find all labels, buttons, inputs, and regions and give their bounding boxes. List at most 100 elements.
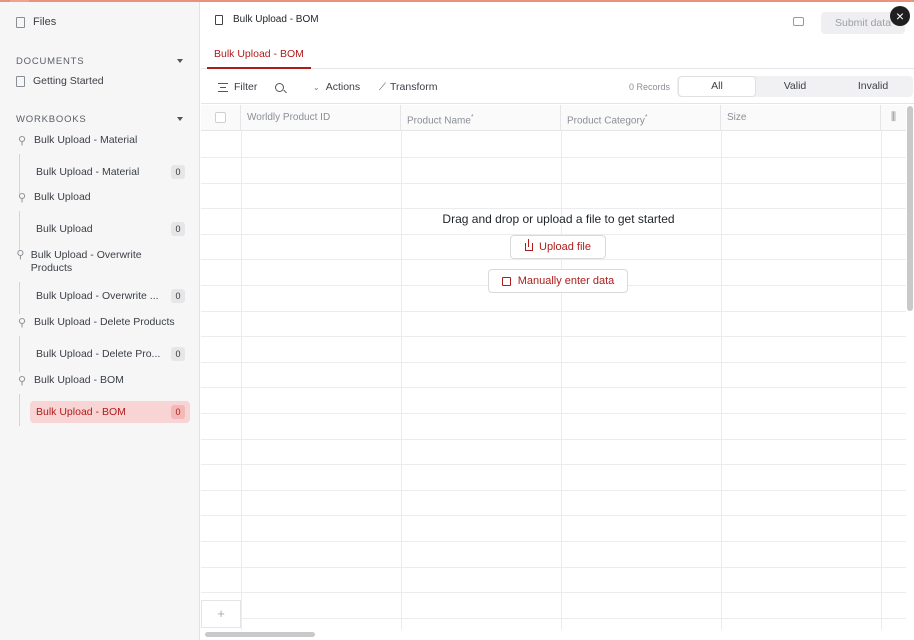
sheet-label: Bulk Upload	[36, 223, 93, 235]
workbook-label: Bulk Upload - BOM	[34, 374, 124, 386]
add-row-button[interactable]: +	[201, 600, 241, 628]
grid-row-line	[201, 208, 906, 209]
workbook-label: Bulk Upload - Delete Products	[34, 316, 175, 328]
workbook-icon	[215, 14, 223, 25]
required-marker: *	[644, 114, 648, 121]
files-icon	[16, 16, 25, 28]
segment-invalid[interactable]: Invalid	[835, 76, 911, 97]
sheet-label: Bulk Upload - Material	[36, 166, 140, 178]
grid-row-line	[201, 464, 906, 465]
transform-button[interactable]: ⟋ Transform	[379, 70, 437, 104]
sheet-delete[interactable]: Bulk Upload - Delete Pro... 0	[30, 343, 190, 365]
sidebar-item-getting-started[interactable]: Getting Started	[16, 75, 104, 87]
sheet-material[interactable]: Bulk Upload - Material 0	[30, 161, 190, 183]
column-header-worldly-product-id[interactable]: Worldly Product ID	[241, 105, 401, 131]
column-header-size[interactable]: Size	[721, 105, 881, 131]
pin-icon: ⚲	[17, 316, 27, 329]
pin-icon: ⚲	[16, 249, 25, 261]
chevron-down-icon: ⌄	[313, 82, 320, 92]
transform-label: Transform	[390, 81, 438, 93]
sheet-count-badge: 0	[171, 405, 185, 419]
documents-collapse-icon[interactable]	[177, 59, 183, 63]
column-label: Size	[727, 112, 747, 123]
records-count: 0 Records	[629, 82, 671, 92]
segment-all[interactable]: All	[679, 77, 755, 96]
select-all-checkbox[interactable]	[215, 112, 226, 123]
page-title: Bulk Upload - BOM	[215, 14, 319, 25]
filter-label: Filter	[234, 81, 258, 93]
grid-row-line	[201, 490, 906, 491]
upload-icon	[525, 239, 533, 251]
workbooks-collapse-icon[interactable]	[177, 117, 183, 121]
workbook-label: Bulk Upload	[34, 191, 91, 203]
grid-row-line	[201, 439, 906, 440]
sidebar-files[interactable]: Files	[16, 16, 56, 28]
segment-valid[interactable]: Valid	[757, 76, 833, 97]
grid-row-line	[201, 336, 906, 337]
sheet-label: Bulk Upload - BOM	[36, 406, 126, 418]
sheet-count-badge: 0	[171, 347, 185, 361]
workbook-material[interactable]: ⚲ Bulk Upload - Material	[16, 134, 137, 147]
filter-button[interactable]: Filter	[218, 70, 257, 104]
documents-header: DOCUMENTS	[16, 56, 85, 67]
column-settings-icon[interactable]: ⫼	[881, 111, 906, 125]
page-title-text: Bulk Upload - BOM	[233, 14, 319, 25]
grid-column-line	[401, 131, 402, 630]
toolbar: Filter ⌄ Actions ⟋ Transform 0 Records A…	[201, 70, 914, 104]
magic-wand-icon: ⟋	[379, 81, 386, 93]
grid-row-line	[201, 541, 906, 542]
sheet-overwrite[interactable]: Bulk Upload - Overwrite ... 0	[30, 285, 190, 307]
grid-row-line	[201, 618, 906, 619]
document-icon	[16, 75, 25, 87]
column-label: Worldly Product ID	[247, 112, 331, 123]
grid-row-line	[201, 387, 906, 388]
close-button[interactable]: ×	[890, 6, 910, 26]
tree-line	[19, 211, 20, 251]
column-header-product-category[interactable]: Product Category*	[561, 105, 721, 131]
workbook-bulk-upload[interactable]: ⚲ Bulk Upload	[16, 191, 91, 204]
grid-row-line	[201, 311, 906, 312]
sheet-bulk-upload[interactable]: Bulk Upload 0	[30, 218, 190, 240]
workbook-overwrite[interactable]: ⚲ Bulk Upload - Overwrite Products	[16, 249, 144, 275]
sheet-bom[interactable]: Bulk Upload - BOM 0	[30, 401, 190, 423]
grid-column-line	[881, 131, 882, 630]
feedback-icon[interactable]	[793, 17, 804, 26]
tree-line	[19, 154, 20, 194]
column-label: Product Name	[407, 115, 471, 127]
upload-file-button[interactable]: Upload file	[510, 235, 606, 259]
tab-bulk-upload-bom[interactable]: Bulk Upload - BOM	[207, 38, 311, 69]
workbook-label: Bulk Upload - Overwrite Products	[30, 249, 142, 274]
edit-icon	[501, 276, 511, 286]
files-label: Files	[33, 16, 57, 28]
manually-enter-data-button[interactable]: Manually enter data	[488, 269, 628, 293]
tree-line	[19, 336, 20, 372]
data-grid: Worldly Product ID Product Name* Product…	[201, 105, 906, 630]
grid-row-line	[201, 515, 906, 516]
grid-row-line	[201, 413, 906, 414]
sheet-label: Bulk Upload - Overwrite ...	[36, 290, 159, 302]
search-button[interactable]	[275, 70, 284, 104]
sheet-tabs: Bulk Upload - BOM	[201, 38, 914, 69]
required-marker: *	[470, 114, 474, 121]
horizontal-scrollbar[interactable]	[205, 632, 315, 637]
grid-row-line	[201, 592, 906, 593]
grid-row-line	[201, 362, 906, 363]
pin-icon: ⚲	[17, 191, 27, 204]
column-label: Product Category	[567, 115, 645, 127]
workbook-delete[interactable]: ⚲ Bulk Upload - Delete Products	[16, 316, 175, 329]
manual-entry-label: Manually enter data	[517, 275, 615, 287]
upload-file-label: Upload file	[539, 241, 591, 253]
grid-header: Worldly Product ID Product Name* Product…	[201, 105, 906, 131]
sheet-label: Bulk Upload - Delete Pro...	[36, 348, 161, 360]
actions-button[interactable]: ⌄ Actions	[313, 70, 360, 104]
filter-icon	[218, 82, 228, 92]
vertical-scrollbar[interactable]	[907, 106, 913, 311]
column-header-product-name[interactable]: Product Name*	[401, 105, 561, 131]
workbooks-header: WORKBOOKS	[16, 114, 87, 125]
workbook-bom[interactable]: ⚲ Bulk Upload - BOM	[16, 374, 124, 387]
actions-label: Actions	[325, 81, 361, 93]
tree-line	[19, 394, 20, 426]
main-panel: Bulk Upload - BOM Submit data Bulk Uploa…	[201, 2, 914, 640]
pin-icon: ⚲	[17, 134, 27, 147]
tree-line	[19, 282, 20, 314]
